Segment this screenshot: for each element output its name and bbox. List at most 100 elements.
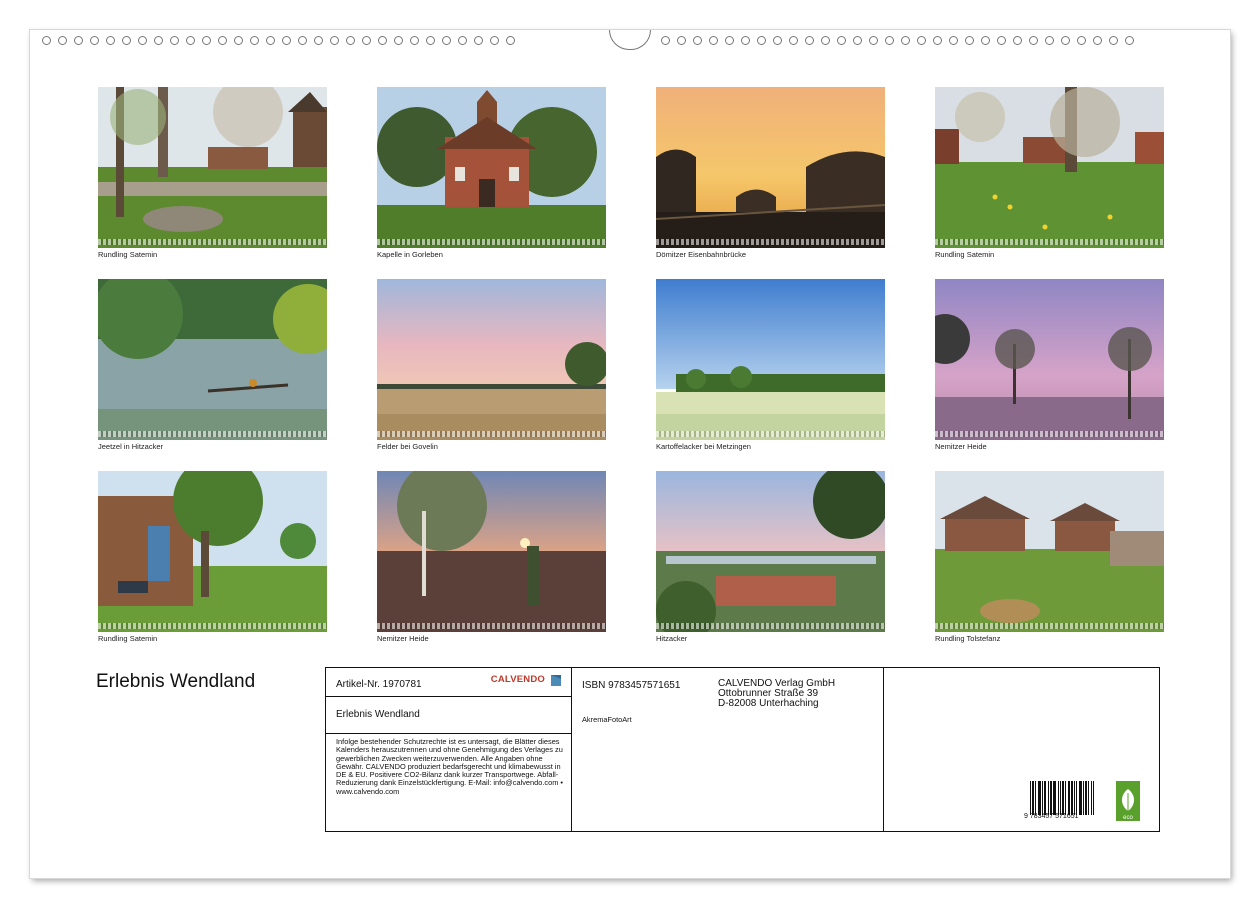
- photo-cell: Nemitzer Heide: [377, 471, 606, 643]
- binding-ring: [757, 36, 766, 45]
- photo-caption: Rundling Satemin: [935, 250, 995, 259]
- photo-rundling-satemin-3: [98, 471, 327, 632]
- eco-leaf-icon: eco: [1116, 781, 1140, 821]
- barcode-bar: [1060, 781, 1061, 815]
- barcode-bar: [1054, 781, 1055, 815]
- binding-ring: [250, 36, 259, 45]
- barcode-bar: [1062, 781, 1063, 815]
- barcode-bar: [1053, 781, 1054, 815]
- photo-caption: Kartoffelacker bei Metzingen: [656, 442, 751, 451]
- calendar-back-page: Rundling Satemin Kapelle in Gorleben Döm…: [30, 30, 1230, 878]
- barcode-bar: [1091, 781, 1092, 815]
- binding-ring: [218, 36, 227, 45]
- binding-ring: [789, 36, 798, 45]
- binding-ring: [1125, 36, 1134, 45]
- photo-caption: Hitzacker: [656, 634, 688, 643]
- barcode-bar: [1050, 781, 1051, 815]
- photo-jeetzel-hitzacker: [98, 279, 327, 440]
- info-column-left: Artikel-Nr. 1970781 CALVENDO Erlebnis We…: [326, 668, 572, 831]
- binding-ring: [1029, 36, 1038, 45]
- barcode-bar: [1033, 781, 1034, 815]
- binding-ring: [378, 36, 387, 45]
- photo-nemitzer-heide: [935, 279, 1164, 440]
- binding-ring: [1045, 36, 1054, 45]
- binding-ring: [426, 36, 435, 45]
- binding-ring: [442, 36, 451, 45]
- binding-ring: [1109, 36, 1118, 45]
- binding-ring: [42, 36, 51, 45]
- photo-rundling-satemin-2: [935, 87, 1164, 248]
- binding-ring: [122, 36, 131, 45]
- binding-ring: [981, 36, 990, 45]
- publisher-address: CALVENDO Verlag GmbH Ottobrunner Straße …: [718, 679, 835, 709]
- binding-ring: [917, 36, 926, 45]
- barcode-bar: [1035, 781, 1036, 815]
- photo-rundling-satemin: [98, 87, 327, 248]
- barcode-bar: [1086, 781, 1087, 815]
- binding-ring: [90, 36, 99, 45]
- binding-ring: [186, 36, 195, 45]
- binding-rings-left: [42, 36, 515, 48]
- photo-cell: Felder bei Govelin: [377, 279, 606, 451]
- photo-caption: Felder bei Govelin: [377, 442, 438, 451]
- photo-hitzacker: [656, 471, 885, 632]
- photo-caption: Jeetzel in Hitzacker: [98, 442, 164, 451]
- barcode-bar: [1045, 781, 1046, 815]
- barcode-bar: [1055, 781, 1056, 815]
- photo-cell: Rundling Satemin: [98, 87, 327, 259]
- title-row: Erlebnis Wendland: [326, 697, 571, 734]
- barcode-bar: [1042, 781, 1043, 815]
- info-title: Erlebnis Wendland: [336, 709, 420, 720]
- barcode-bar: [1093, 781, 1094, 815]
- binding-ring: [837, 36, 846, 45]
- binding-ring: [298, 36, 307, 45]
- barcode-bar: [1040, 781, 1041, 815]
- photo-cell: Hitzacker: [656, 471, 885, 643]
- calendar-title: Erlebnis Wendland: [96, 671, 256, 692]
- barcode: [1030, 781, 1094, 815]
- eco-label: eco: [1123, 815, 1133, 821]
- barcode-bar: [1068, 781, 1069, 815]
- photo-cell: Rundling Tolstefanz: [935, 471, 1164, 643]
- barcode-bar: [1085, 781, 1086, 815]
- binding-ring: [506, 36, 515, 45]
- calvendo-logo: CALVENDO: [490, 674, 545, 685]
- photo-cell: Rundling Satemin: [98, 471, 327, 643]
- photo-cell: Kartoffelacker bei Metzingen: [656, 279, 885, 451]
- publisher-info-box: Artikel-Nr. 1970781 CALVENDO Erlebnis We…: [325, 667, 1160, 832]
- barcode-bar: [1079, 781, 1080, 815]
- binding-ring: [458, 36, 467, 45]
- binding-ring: [74, 36, 83, 45]
- binding-ring: [346, 36, 355, 45]
- barcode-bar: [1072, 781, 1073, 815]
- article-number: Artikel-Nr. 1970781: [336, 679, 422, 690]
- photo-doemitzer-bruecke: [656, 87, 885, 248]
- barcode-bar: [1048, 781, 1049, 815]
- barcode-bar: [1083, 781, 1084, 815]
- binding-ring: [661, 36, 670, 45]
- photo-caption: Dömitzer Eisenbahnbrücke: [656, 250, 747, 259]
- photo-caption: Rundling Satemin: [98, 250, 158, 259]
- barcode-bar: [1058, 781, 1059, 815]
- barcode-bar: [1071, 781, 1072, 815]
- barcode-bar: [1030, 781, 1031, 815]
- photo-nemitzer-heide-2: [377, 471, 606, 632]
- binding-ring: [234, 36, 243, 45]
- barcode-bar: [1063, 781, 1064, 815]
- binding-ring: [474, 36, 483, 45]
- binding-ring: [394, 36, 403, 45]
- photo-cell: Dömitzer Eisenbahnbrücke: [656, 87, 885, 259]
- barcode-bar: [1032, 781, 1033, 815]
- photo-cell: Kapelle in Gorleben: [377, 87, 606, 259]
- binding-ring: [314, 36, 323, 45]
- calvendo-logo-icon: [551, 675, 561, 686]
- barcode-bar: [1081, 781, 1082, 815]
- binding-ring: [901, 36, 910, 45]
- barcode-bar: [1051, 781, 1052, 815]
- photo-caption: Nemitzer Heide: [935, 442, 987, 451]
- article-row: Artikel-Nr. 1970781 CALVENDO: [326, 668, 571, 697]
- binding-ring: [330, 36, 339, 45]
- binding-ring: [677, 36, 686, 45]
- photo-cell: Rundling Satemin: [935, 87, 1164, 259]
- photo-caption: Rundling Satemin: [98, 634, 158, 643]
